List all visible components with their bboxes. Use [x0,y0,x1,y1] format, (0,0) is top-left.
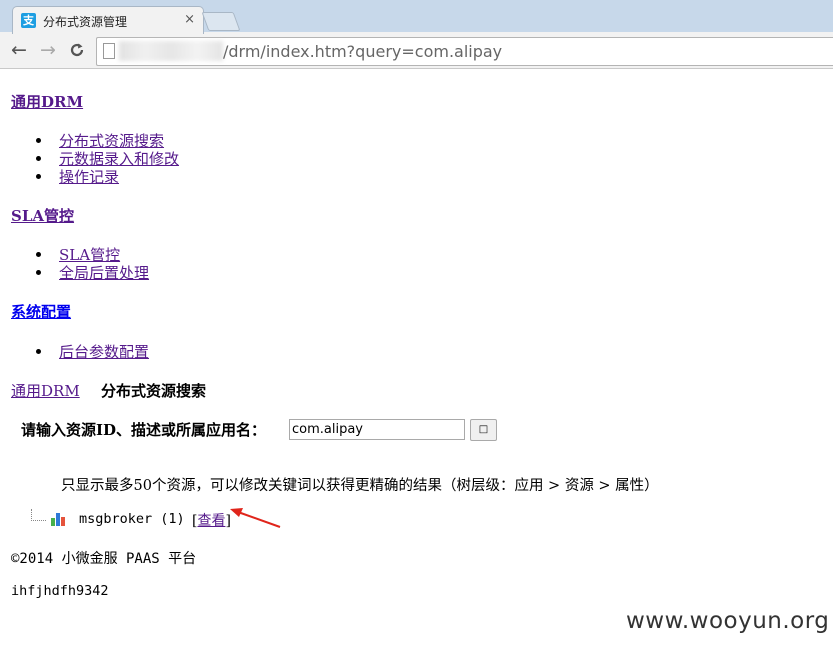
page-icon [103,43,115,59]
reload-icon[interactable] [65,38,89,62]
section-link-system[interactable]: 系统配置 [11,303,71,321]
annotation-arrow-icon [230,508,281,528]
tab-strip: 支 分布式资源管理 × [0,0,833,34]
redacted-host [119,41,223,61]
browser-chrome: 支 分布式资源管理 × ← → /drm/index.htm?query=com… [0,0,833,69]
bullet [36,270,41,275]
bar-chart-icon [51,513,67,526]
footer-code: ihfjhdfh9342 [11,583,109,599]
tree-connector [31,520,46,521]
bullet [36,138,41,143]
page-title: 分布式资源搜索 [101,382,207,400]
section-heading-drm[interactable]: 通用DRM [11,91,83,112]
view-link[interactable]: 查看 [197,513,225,529]
tree-node-label: msgbroker (1) [79,511,185,527]
section-heading-sla[interactable]: SLA管控 [11,205,74,226]
new-tab-button[interactable] [201,12,241,31]
search-input[interactable] [289,419,465,440]
breadcrumb-link-drm[interactable]: 通用DRM [11,382,80,400]
nav-item-backend-params[interactable]: 后台参数配置 [59,343,149,361]
bullet [36,252,41,257]
watermark: www.wooyun.org [626,608,830,634]
bullet [36,174,41,179]
nav-item-global-postprocess[interactable]: 全局后置处理 [59,264,149,282]
breadcrumb: 通用DRM [11,380,80,401]
section-link-drm[interactable]: 通用DRM [11,93,83,111]
alipay-favicon-icon: 支 [21,13,36,28]
bullet [36,349,41,354]
tab-title: 分布式资源管理 [43,15,128,29]
section-link-sla[interactable]: SLA管控 [11,207,74,225]
browser-toolbar: ← → /drm/index.htm?query=com.alipay [0,33,833,68]
bullet [36,156,41,161]
search-button[interactable]: □ [470,419,497,441]
section-heading-system[interactable]: 系统配置 [11,301,71,322]
close-tab-icon[interactable]: × [184,12,195,27]
back-arrow-icon[interactable]: ← [7,38,31,62]
nav-item-operation-log[interactable]: 操作记录 [59,168,119,186]
search-label: 请输入资源ID、描述或所属应用名： [21,421,267,439]
address-bar[interactable]: /drm/index.htm?query=com.alipay [96,37,833,66]
result-hint: 只显示最多50个资源，可以修改关键词以获得更精确的结果（树层级：应用 > 资源 … [61,478,659,494]
url-text: /drm/index.htm?query=com.alipay [223,42,503,61]
forward-arrow-icon[interactable]: → [36,38,60,62]
copyright-text: ©2014 小微金服 PAAS 平台 [11,551,197,567]
browser-tab[interactable]: 支 分布式资源管理 × [12,6,204,34]
